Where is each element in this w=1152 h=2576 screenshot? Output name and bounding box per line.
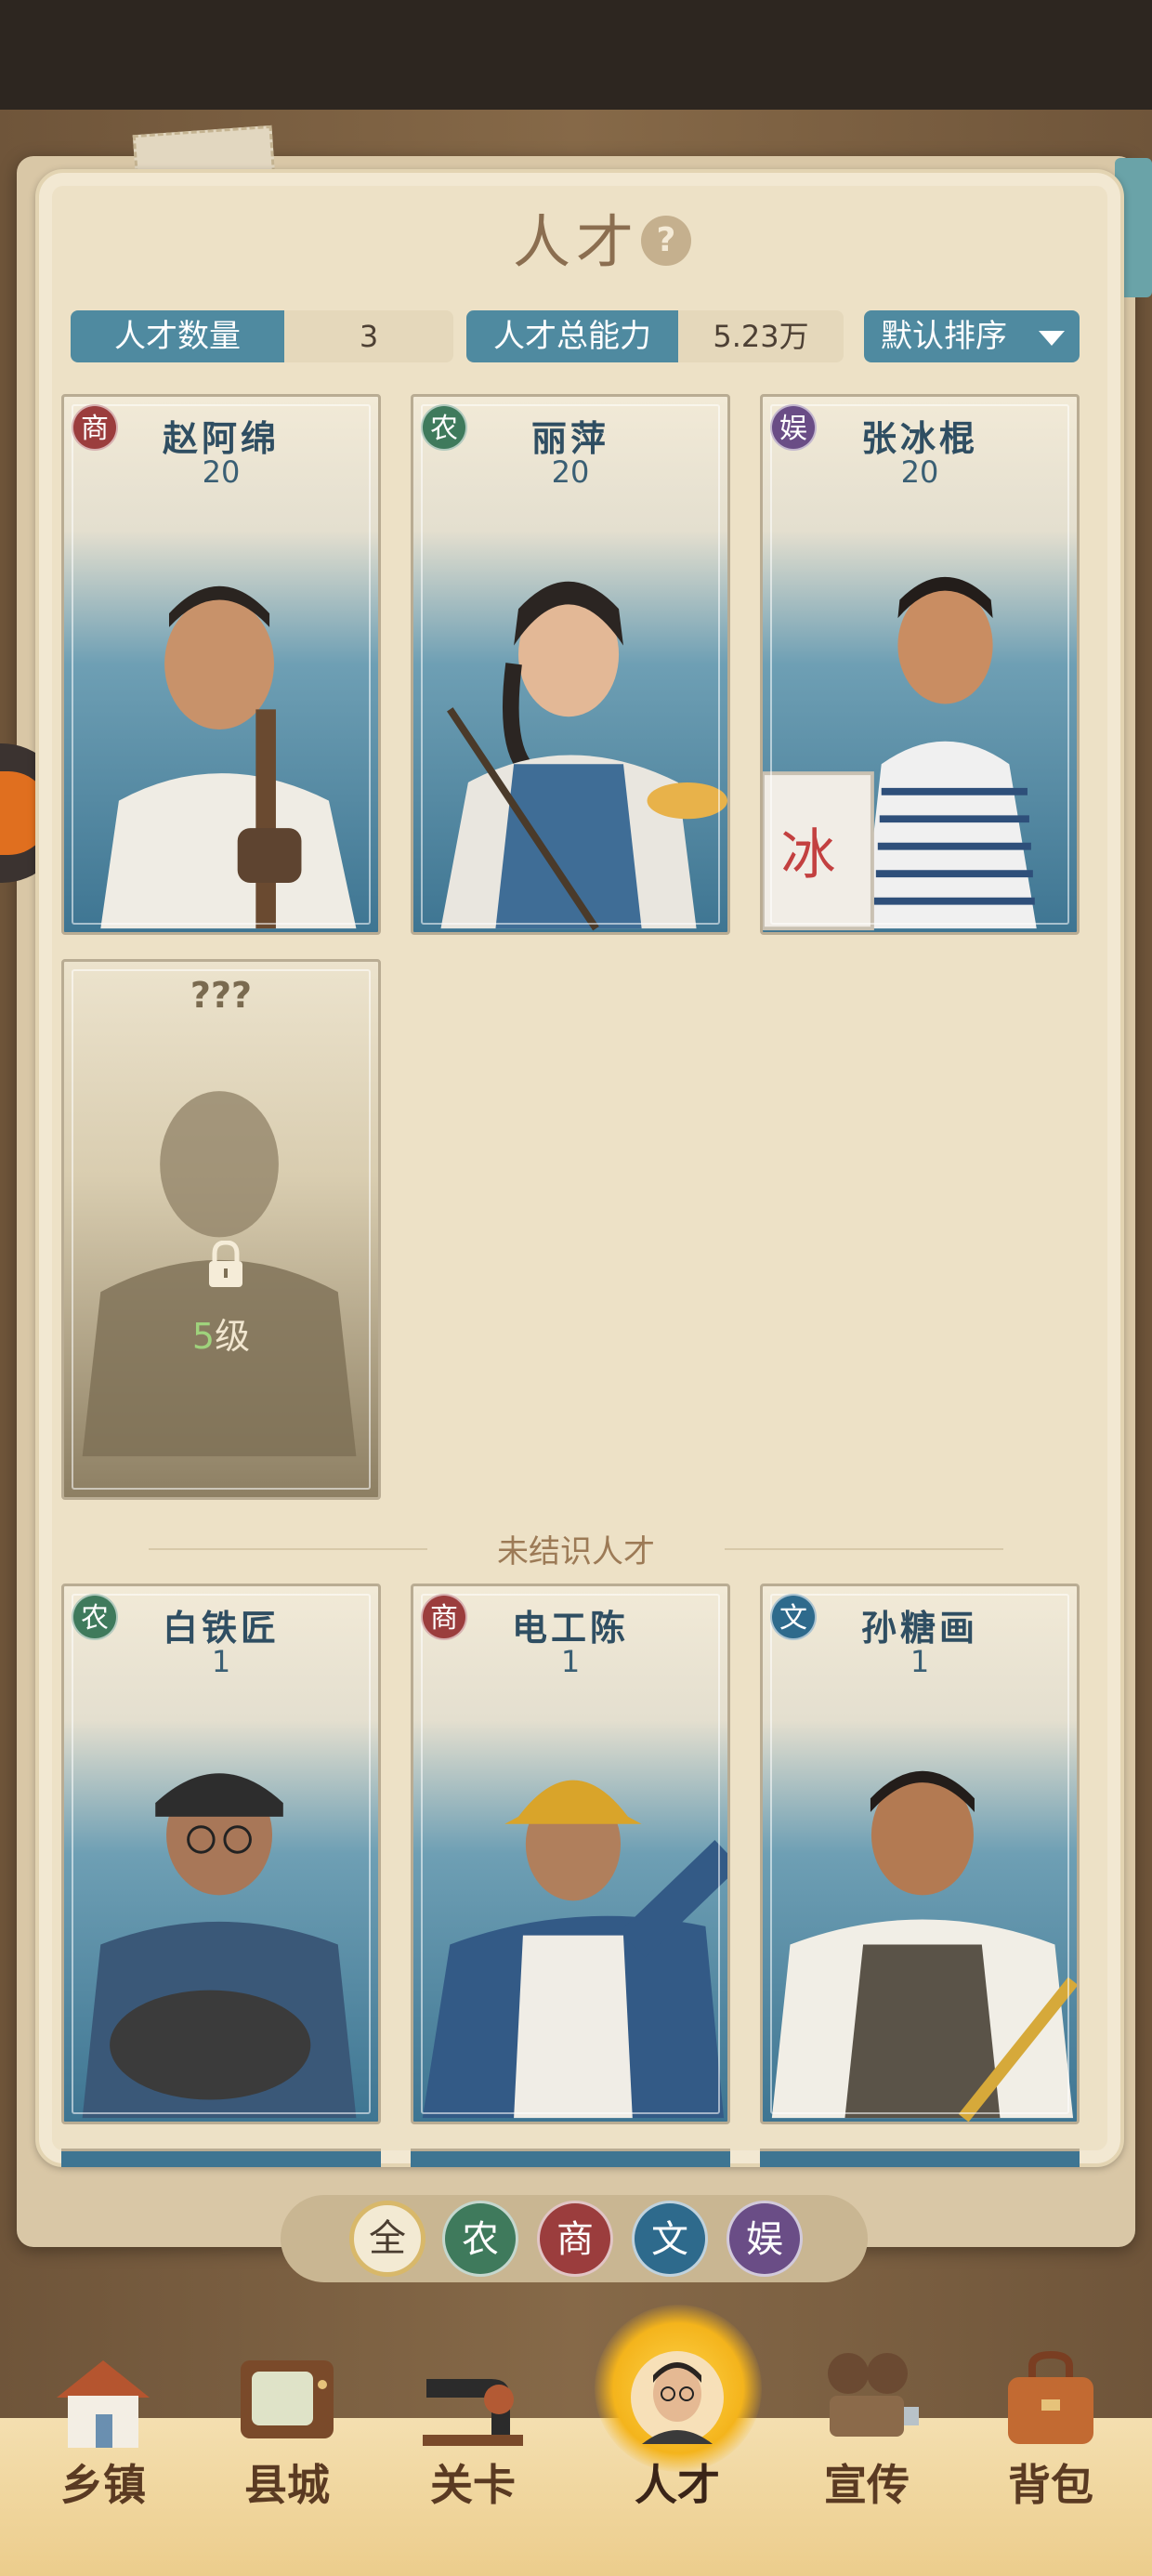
nav-item-talent[interactable]: 人才 [589,2342,766,2576]
talent-card[interactable]: 冰 娱 张冰棍 20 [760,394,1080,935]
talent-name: 白铁匠 [162,1607,280,1649]
person-portrait-icon [631,2351,724,2444]
talent-level: 20 [551,454,590,490]
talent-level: 20 [202,454,241,490]
nav-label: 背包 [1008,2460,1093,2510]
talent-name: 赵阿绵 [162,417,280,459]
nav-item-promotion[interactable]: 宣传 [779,2342,955,2576]
talent-level: 20 [900,454,939,490]
page-title: 人才 [512,208,639,276]
card-peek [760,2149,1080,2167]
filter-culture[interactable]: 文 [632,2201,708,2277]
talent-power-stat: 人才总能力 5.23万 [466,310,844,362]
nav-label: 乡镇 [60,2460,146,2510]
talent-name: 孙糖画 [860,1607,978,1649]
card-peek [61,2149,381,2167]
unknown-talent-card[interactable]: 农 白铁匠 1 [61,1584,381,2124]
nav-item-backpack[interactable]: 背包 [962,2342,1139,2576]
filter-entertainment[interactable]: 娱 [727,2201,803,2277]
locked-talent-card[interactable]: ??? 5级 [61,959,381,1500]
unlock-level-number: 5 [191,1316,216,1357]
talent-name: 电工陈 [511,1607,629,1649]
sort-dropdown[interactable]: 默认排序 [864,310,1080,362]
talent-count-stat: 人才数量 3 [71,310,453,362]
locked-talent-name: ??? [190,975,253,1016]
card-frame [72,969,371,1490]
unlock-level-suffix: 级 [215,1316,251,1357]
talent-level: 1 [211,1644,231,1679]
filter-all[interactable]: 全 [349,2201,425,2277]
unlock-level: 5级 [64,1308,378,1359]
bag-icon [1008,2350,1093,2444]
talent-name: 张冰棍 [860,417,978,459]
talent-count-label: 人才数量 [71,310,284,362]
talent-power-label: 人才总能力 [466,310,678,362]
house-icon [57,2360,150,2448]
nav-label: 人才 [635,2460,720,2510]
talent-card[interactable]: 农 丽萍 20 [411,394,730,935]
nav-label: 县城 [244,2460,330,2510]
talent-count-value: 3 [284,310,453,362]
nav-item-county[interactable]: 县城 [199,2342,375,2576]
talent-name: 丽萍 [530,417,609,459]
nav-item-town[interactable]: 乡镇 [15,2342,191,2576]
nav-item-levels[interactable]: 关卡 [385,2342,561,2576]
filter-commerce[interactable]: 商 [537,2201,613,2277]
chevron-down-icon [1039,331,1065,346]
top-status-bar [0,0,1152,110]
sewing-machine-icon [423,2379,523,2446]
card-peek [411,2149,730,2167]
lock-icon [209,1241,242,1287]
tv-icon [241,2360,334,2438]
help-icon[interactable]: ? [641,216,691,266]
talent-level: 1 [910,1644,930,1679]
talent-card[interactable]: 商 赵阿绵 20 [61,394,381,935]
nav-label: 关卡 [430,2460,516,2510]
unknown-talent-card[interactable]: 文 孙糖画 1 [760,1584,1080,2124]
talent-power-value: 5.23万 [678,310,844,362]
sort-dropdown-label: 默认排序 [881,318,1007,355]
unknown-talent-card[interactable]: 商 电工陈 1 [411,1584,730,2124]
film-projector-icon [828,2353,919,2437]
nav-label: 宣传 [824,2460,910,2510]
filter-agriculture[interactable]: 农 [442,2201,518,2277]
talent-level: 1 [560,1644,581,1679]
section-divider-label: 未结识人才 [497,1533,655,1571]
